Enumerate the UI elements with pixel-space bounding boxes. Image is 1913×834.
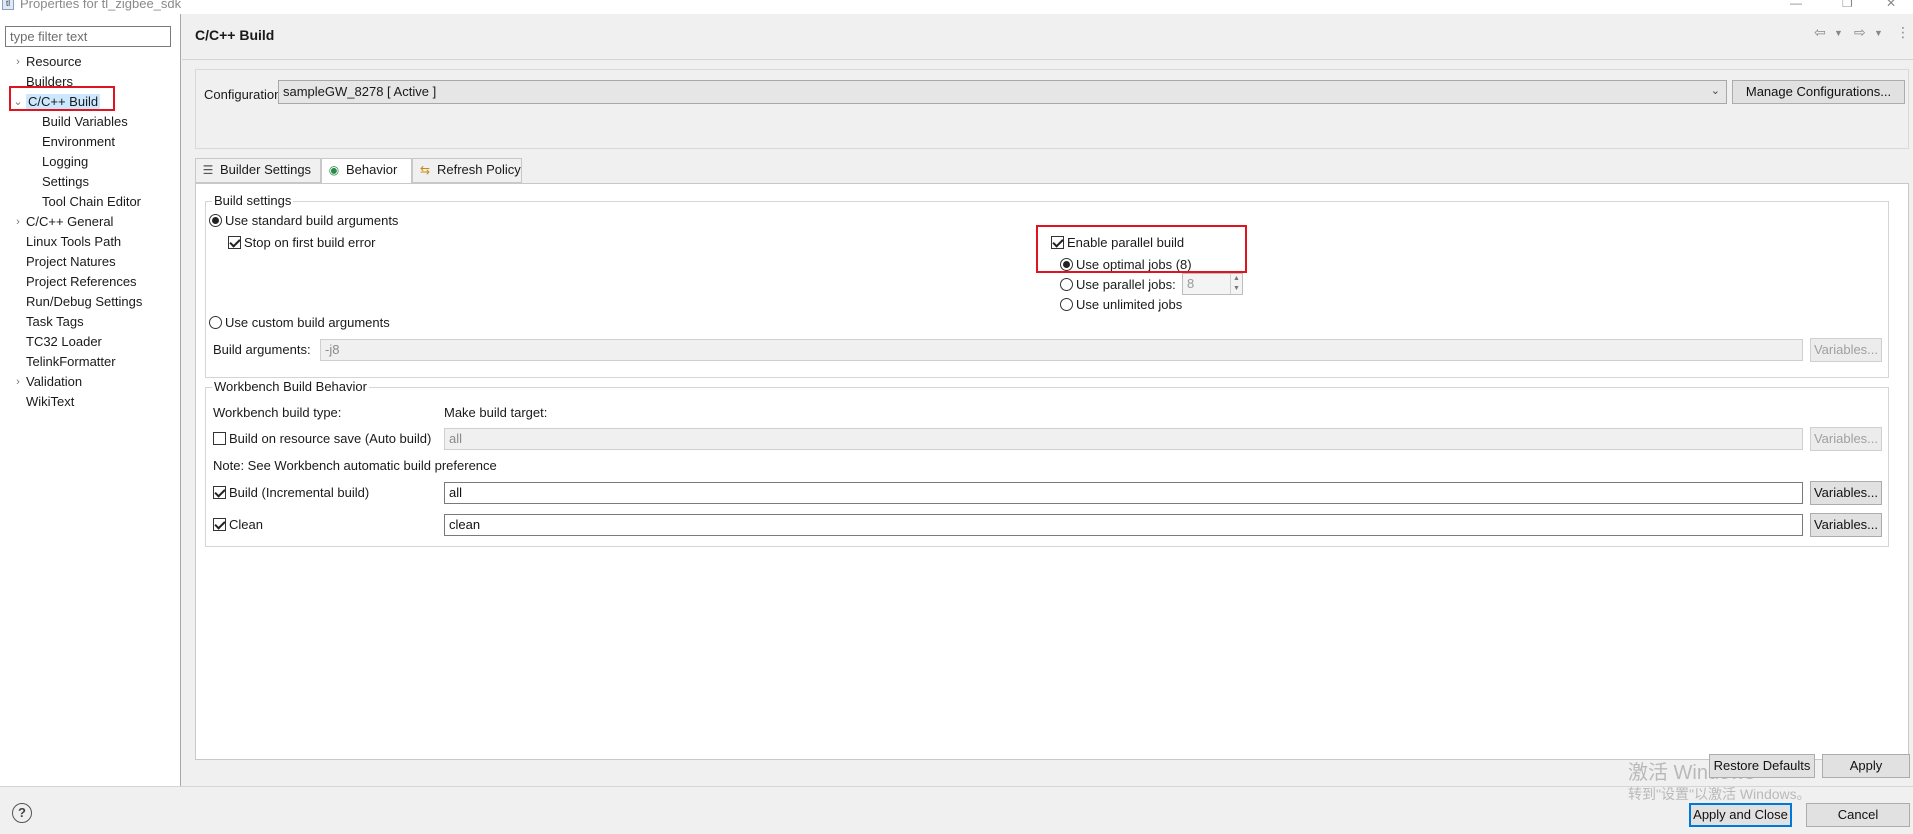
workbench-build-type-label: Workbench build type: bbox=[213, 405, 342, 420]
incremental-variables-button[interactable]: Variables... bbox=[1810, 481, 1882, 505]
close-icon[interactable]: ✕ bbox=[1886, 0, 1896, 10]
window-title: Properties for tl_zigbee_sdk bbox=[20, 0, 182, 11]
tree-item-project-natures[interactable]: Project Natures bbox=[26, 252, 116, 272]
tree-item-environment[interactable]: Environment bbox=[42, 132, 115, 152]
auto-build-target-input[interactable]: all bbox=[444, 428, 1803, 450]
incremental-build-target-input[interactable]: all bbox=[444, 482, 1803, 504]
tree-item-logging[interactable]: Logging bbox=[42, 152, 88, 172]
tree-item-validation[interactable]: › Validation bbox=[16, 372, 82, 392]
parallel-jobs-spinner[interactable]: 8 ▲ ▼ bbox=[1182, 273, 1243, 295]
tree-item-tc32-loader[interactable]: TC32 Loader bbox=[26, 332, 102, 352]
restore-icon[interactable]: ❐ bbox=[1842, 0, 1853, 10]
checkbox-unchecked[interactable] bbox=[213, 432, 226, 445]
checkbox-checked[interactable] bbox=[213, 518, 226, 531]
refresh-policy-icon: ⇆ bbox=[419, 163, 431, 177]
tab-refresh-policy[interactable]: ⇆ Refresh Policy bbox=[412, 158, 522, 183]
tab-builder-settings[interactable]: ☰ Builder Settings bbox=[195, 158, 321, 183]
tree-item-wikitext[interactable]: WikiText bbox=[26, 392, 74, 412]
tree-item-settings[interactable]: Settings bbox=[42, 172, 89, 192]
tree-item-build-variables[interactable]: Build Variables bbox=[42, 112, 128, 132]
auto-build-variables-button[interactable]: Variables... bbox=[1810, 427, 1882, 451]
footer-divider bbox=[0, 786, 1913, 787]
stop-on-error-checkbox[interactable]: Stop on first build error bbox=[228, 235, 376, 250]
auto-build-checkbox[interactable]: Build on resource save (Auto build) bbox=[213, 431, 431, 446]
use-parallel-jobs-radio[interactable]: Use parallel jobs: bbox=[1060, 277, 1176, 292]
tab-behavior[interactable]: ◉ Behavior bbox=[321, 158, 412, 184]
tree-item-telink-formatter[interactable]: TelinkFormatter bbox=[26, 352, 116, 372]
tree-item-linux-tools-path[interactable]: Linux Tools Path bbox=[26, 232, 121, 252]
configuration-select[interactable]: sampleGW_8278 [ Active ] ⌄ bbox=[278, 80, 1727, 104]
filter-input[interactable] bbox=[5, 26, 171, 47]
apply-and-close-button[interactable]: Apply and Close bbox=[1689, 803, 1792, 827]
use-custom-args-radio[interactable]: Use custom build arguments bbox=[209, 315, 390, 330]
use-standard-args-radio[interactable]: Use standard build arguments bbox=[209, 213, 398, 228]
tree-item-task-tags[interactable]: Task Tags bbox=[26, 312, 84, 332]
cancel-button[interactable]: Cancel bbox=[1806, 803, 1910, 827]
back-arrow-icon[interactable]: ⇦ bbox=[1814, 24, 1826, 41]
clean-variables-button[interactable]: Variables... bbox=[1810, 513, 1882, 537]
builder-settings-icon: ☰ bbox=[202, 163, 214, 177]
radio-unchecked[interactable] bbox=[209, 316, 222, 329]
activation-watermark-subtitle: 转到"设置"以激活 Windows。 bbox=[1628, 786, 1811, 802]
make-build-target-label: Make build target: bbox=[444, 405, 548, 420]
radio-checked[interactable] bbox=[209, 214, 222, 227]
minimize-icon[interactable]: — bbox=[1790, 0, 1802, 10]
build-settings-group: Build settings Use standard build argume… bbox=[205, 193, 1889, 378]
header-divider bbox=[182, 59, 1913, 60]
app-icon: tl bbox=[2, 0, 14, 10]
build-args-variables-button[interactable]: Variables... bbox=[1810, 338, 1882, 362]
configuration-section: Configuration: sampleGW_8278 [ Active ] … bbox=[195, 69, 1909, 149]
workbench-group-title: Workbench Build Behavior bbox=[212, 379, 369, 394]
build-arguments-input[interactable]: -j8 bbox=[320, 339, 1803, 361]
page-title: C/C++ Build bbox=[195, 27, 275, 43]
tree-item-cpp-general[interactable]: › C/C++ General bbox=[16, 212, 113, 232]
use-unlimited-jobs-radio[interactable]: Use unlimited jobs bbox=[1060, 297, 1182, 312]
chevron-right-icon[interactable]: › bbox=[12, 212, 24, 232]
workbench-note: Note: See Workbench automatic build pref… bbox=[213, 458, 497, 473]
back-menu-chevron-icon[interactable]: ▼ bbox=[1834, 28, 1843, 38]
forward-menu-chevron-icon[interactable]: ▼ bbox=[1874, 28, 1883, 38]
clean-checkbox[interactable]: Clean bbox=[213, 517, 263, 532]
highlight-box-parallel-build bbox=[1036, 225, 1247, 273]
title-bar: tl Properties for tl_zigbee_sdk — ❐ ✕ bbox=[0, 0, 1913, 14]
help-icon[interactable]: ? bbox=[12, 803, 32, 823]
behavior-icon: ◉ bbox=[328, 163, 340, 177]
main-panel: C/C++ Build ⇦ ▼ ⇨ ▼ ⋮ Configuration: sam… bbox=[182, 14, 1913, 786]
radio-unchecked[interactable] bbox=[1060, 298, 1073, 311]
sidebar: ›Resource Builders ⌄C/C++ Build Build Va… bbox=[0, 14, 181, 786]
configuration-value: sampleGW_8278 [ Active ] bbox=[283, 84, 437, 99]
tree-item-tool-chain-editor[interactable]: Tool Chain Editor bbox=[42, 192, 141, 212]
tree-item-resource[interactable]: › Resource bbox=[16, 52, 81, 72]
manage-configurations-button[interactable]: Manage Configurations... bbox=[1732, 80, 1905, 104]
view-menu-icon[interactable]: ⋮ bbox=[1896, 24, 1910, 41]
build-settings-title: Build settings bbox=[212, 193, 294, 208]
build-arguments-label: Build arguments: bbox=[213, 342, 311, 357]
configuration-label: Configuration: bbox=[204, 87, 285, 102]
checkbox-checked[interactable] bbox=[228, 236, 241, 249]
highlight-box-cpp-build bbox=[9, 86, 115, 111]
chevron-down-icon: ⌄ bbox=[1710, 85, 1720, 97]
checkbox-checked[interactable] bbox=[213, 486, 226, 499]
incremental-build-checkbox[interactable]: Build (Incremental build) bbox=[213, 485, 369, 500]
chevron-right-icon[interactable]: › bbox=[12, 52, 24, 72]
forward-arrow-icon[interactable]: ⇨ bbox=[1854, 24, 1866, 41]
workbench-build-behavior-group: Workbench Build Behavior Workbench build… bbox=[205, 379, 1889, 547]
tree-item-project-references[interactable]: Project References bbox=[26, 272, 137, 292]
tree-item-run-debug-settings[interactable]: Run/Debug Settings bbox=[26, 292, 142, 312]
radio-unchecked[interactable] bbox=[1060, 278, 1073, 291]
restore-defaults-button[interactable]: Restore Defaults bbox=[1709, 754, 1815, 778]
clean-target-input[interactable]: clean bbox=[444, 514, 1803, 536]
spinner-arrows-icon[interactable]: ▲ ▼ bbox=[1230, 274, 1242, 294]
chevron-right-icon[interactable]: › bbox=[12, 372, 24, 392]
behavior-tab-content: Build settings Use standard build argume… bbox=[195, 183, 1909, 760]
apply-button[interactable]: Apply bbox=[1822, 754, 1910, 778]
